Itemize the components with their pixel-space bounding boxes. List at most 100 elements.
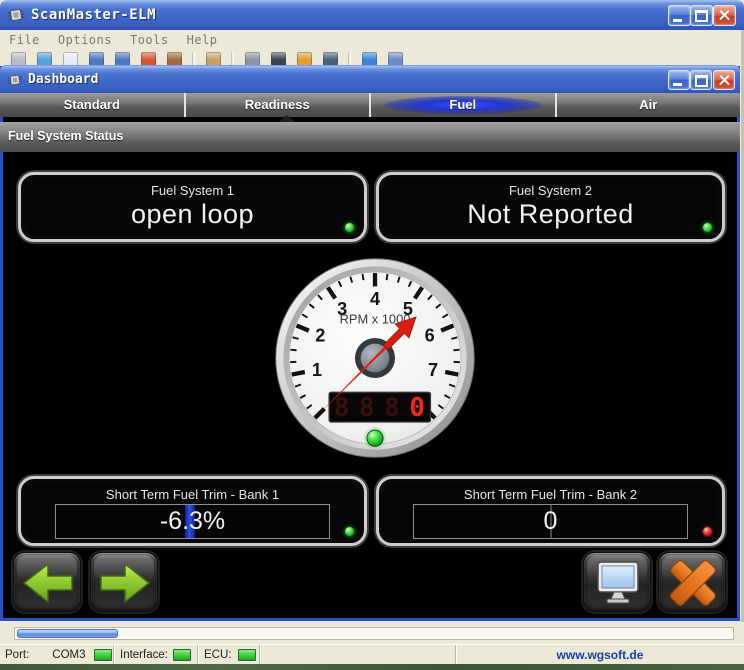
dashboard-close-button[interactable]	[713, 70, 735, 90]
statusbar-port-section: Port: COM3	[0, 645, 114, 664]
svg-text:2: 2	[315, 326, 325, 346]
panel-title: Fuel System 2	[379, 183, 722, 198]
scrollbar-thumb[interactable]	[17, 629, 118, 638]
monitor-icon[interactable]	[89, 52, 104, 66]
window-title: ScanMaster-ELM	[31, 7, 156, 23]
close-x-icon	[659, 553, 727, 613]
tab-air[interactable]: Air	[557, 93, 741, 117]
dashboard-window: Dashboard StandardReadinessFuelAir Fuel …	[0, 66, 740, 621]
tab-pointer-icon	[279, 115, 295, 122]
gauge-led	[367, 430, 383, 446]
svg-text:8: 8	[384, 393, 400, 423]
forward-button[interactable]	[90, 552, 158, 612]
dark-globe-icon[interactable]	[323, 52, 338, 66]
trim-bar-bank1: -6.3%	[55, 504, 330, 539]
status-led	[345, 223, 354, 232]
screen: ScanMaster-ELM File Options Tools Help D…	[0, 0, 744, 670]
tab-label: Fuel	[371, 93, 555, 117]
minimize-icon	[673, 83, 682, 86]
trim-value: 0	[414, 505, 687, 538]
chip-icon	[6, 6, 26, 24]
fuel-system-1-panel: Fuel System 1 open loop	[18, 172, 367, 242]
ecu-label: ECU:	[204, 649, 231, 661]
tabbar: StandardReadinessFuelAir	[0, 93, 740, 117]
connect-icon[interactable]	[11, 52, 26, 66]
port-label: Port:	[5, 649, 29, 661]
menubar: File Options Tools Help	[0, 30, 744, 51]
website-link[interactable]: www.wgsoft.de	[456, 648, 744, 662]
statusbar-ecu-section: ECU:	[198, 645, 260, 664]
panel-title: Short Term Fuel Trim - Bank 2	[379, 487, 722, 502]
tab-readiness[interactable]: Readiness	[186, 93, 372, 117]
maximize-button[interactable]	[690, 5, 713, 26]
port-value: COM3	[52, 649, 85, 661]
fuel-trim-bank1-panel: Short Term Fuel Trim - Bank 1 -6.3%	[18, 476, 367, 546]
display-button[interactable]	[583, 552, 651, 612]
info-icon[interactable]	[362, 52, 377, 66]
rpm-gauge: 012345678 RPM x 1000 8880	[270, 253, 480, 463]
dashboard-titlebar[interactable]: Dashboard	[0, 65, 740, 93]
close-button[interactable]	[713, 5, 736, 26]
statusbar-spacer	[260, 645, 456, 664]
minimize-button[interactable]	[668, 5, 691, 26]
status-led	[703, 223, 712, 232]
arrow-left-icon	[14, 553, 82, 613]
monitor-icon	[584, 553, 652, 613]
maximize-icon	[695, 10, 708, 22]
menu-options[interactable]: Options	[49, 33, 121, 47]
package-icon[interactable]	[388, 52, 403, 66]
trim-bar-bank2: 0	[413, 504, 688, 539]
minimize-icon	[673, 19, 682, 22]
document-icon[interactable]	[63, 52, 78, 66]
globe-icon[interactable]	[37, 52, 52, 66]
screen-icon[interactable]	[245, 52, 260, 66]
back-button[interactable]	[13, 552, 81, 612]
panel-value: open loop	[21, 199, 364, 230]
ecu-status-indicator	[238, 649, 256, 661]
main-titlebar[interactable]: ScanMaster-ELM	[0, 0, 744, 30]
arrow-right-icon	[91, 553, 159, 613]
status-led	[703, 527, 712, 536]
tab-label: Standard	[0, 93, 184, 117]
port-status-indicator	[94, 649, 112, 661]
tab-label: Readiness	[186, 93, 370, 117]
toolbar-separator	[192, 52, 195, 66]
app-window-icon[interactable]	[141, 52, 156, 66]
exit-button[interactable]	[658, 552, 726, 612]
chip-icon	[6, 71, 24, 87]
dashboard-title: Dashboard	[28, 72, 98, 87]
trim-value: -6.3%	[56, 505, 329, 538]
interface-status-indicator	[173, 649, 191, 661]
panel-title: Short Term Fuel Trim - Bank 1	[21, 487, 364, 502]
statusbar: Port: COM3 Interface: ECU: www.wgsoft.de	[0, 644, 744, 664]
desktop-background	[0, 664, 744, 670]
fuel-trim-bank2-panel: Short Term Fuel Trim - Bank 2 0	[376, 476, 725, 546]
menu-help[interactable]: Help	[178, 33, 227, 47]
section-header: Fuel System Status	[0, 122, 740, 152]
svg-text:1: 1	[312, 360, 322, 380]
menu-tools[interactable]: Tools	[121, 33, 178, 47]
status-led	[345, 527, 354, 536]
horizontal-scrollbar[interactable]	[14, 627, 734, 640]
tab-fuel[interactable]: Fuel	[371, 93, 557, 117]
tab-standard[interactable]: Standard	[0, 93, 186, 117]
svg-text:7: 7	[428, 360, 438, 380]
menu-file[interactable]: File	[0, 33, 49, 47]
panel-title: Fuel System 1	[21, 183, 364, 198]
dashboard-minimize-button[interactable]	[668, 70, 690, 90]
interface-label: Interface:	[120, 649, 168, 661]
clipboard-icon[interactable]	[206, 52, 221, 66]
toolbar-separator	[231, 52, 234, 66]
battery-icon[interactable]	[297, 52, 312, 66]
dashboard-maximize-button[interactable]	[690, 70, 712, 90]
tab-label: Air	[557, 93, 741, 117]
maximize-icon	[695, 75, 708, 87]
statusbar-interface-section: Interface:	[114, 645, 198, 664]
user-icon[interactable]	[167, 52, 182, 66]
svg-text:4: 4	[370, 289, 380, 309]
monitor2-icon[interactable]	[115, 52, 130, 66]
dark-screen-icon[interactable]	[271, 52, 286, 66]
scroll-area	[0, 622, 744, 644]
svg-text:0: 0	[409, 393, 425, 423]
fuel-system-2-panel: Fuel System 2 Not Reported	[376, 172, 725, 242]
